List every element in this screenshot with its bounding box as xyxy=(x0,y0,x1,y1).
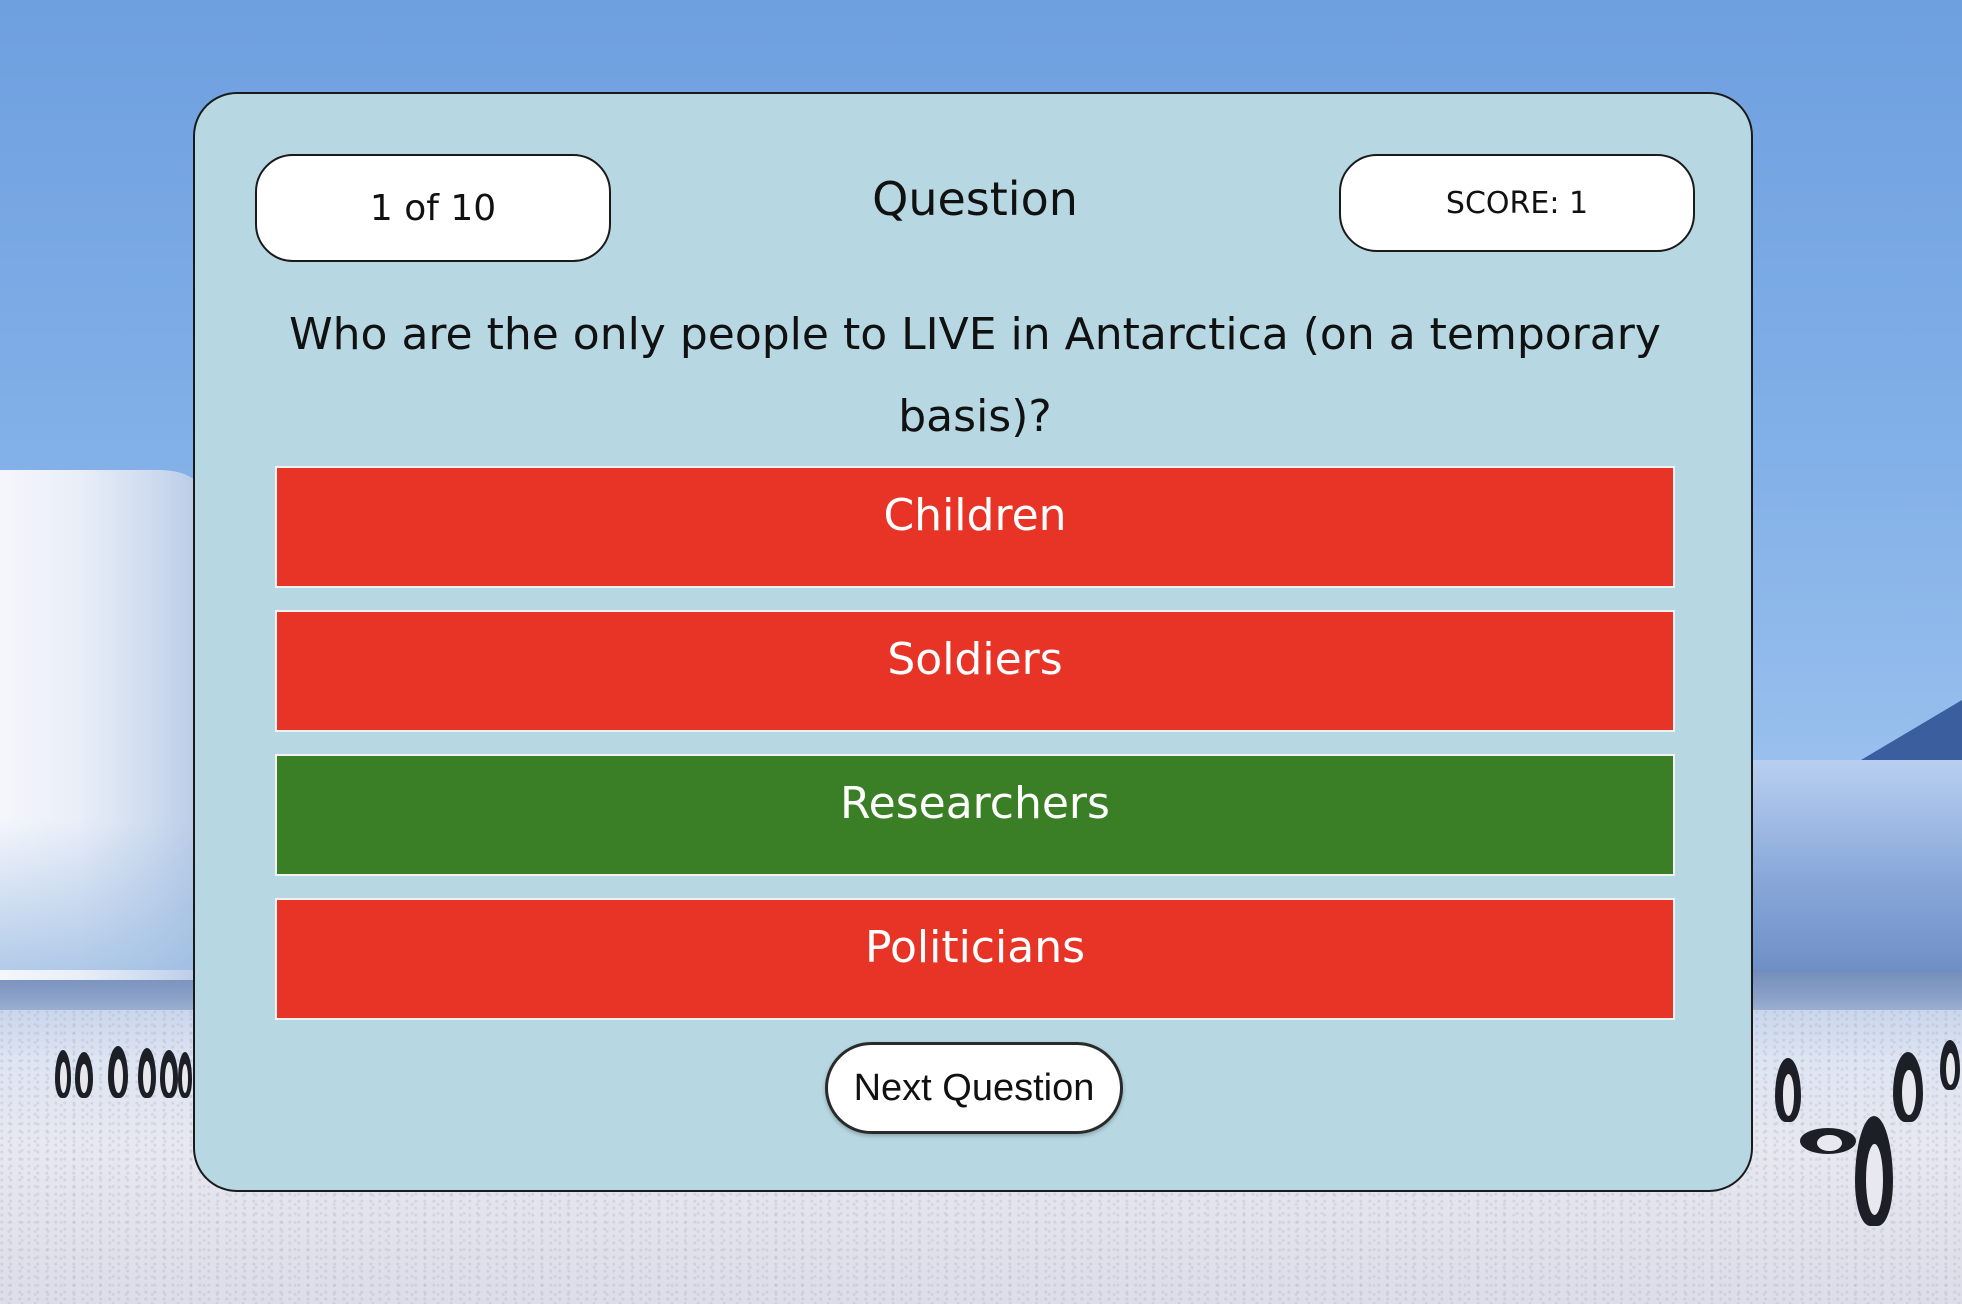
answer-list: Children Soldiers Researchers Politician… xyxy=(275,466,1675,1042)
quiz-card: 1 of 10 Question SCORE: 1 Who are the on… xyxy=(193,92,1753,1192)
score-label: SCORE: 1 xyxy=(1445,185,1589,221)
question-counter-label: 1 of 10 xyxy=(369,187,497,229)
answer-option-soldiers[interactable]: Soldiers xyxy=(275,610,1675,732)
background-glacier xyxy=(1750,760,1962,970)
next-question-label: Next Question xyxy=(853,1066,1095,1109)
question-text: Who are the only people to LIVE in Antar… xyxy=(289,309,1661,442)
question-counter: 1 of 10 xyxy=(255,154,611,262)
background-iceberg-shadow xyxy=(0,820,200,970)
score-display: SCORE: 1 xyxy=(1339,154,1695,252)
answer-option-politicians[interactable]: Politicians xyxy=(275,898,1675,1020)
penguin-icon xyxy=(1800,1128,1856,1154)
penguin-icon xyxy=(75,1052,93,1098)
penguin-icon xyxy=(178,1052,192,1098)
answer-option-children[interactable]: Children xyxy=(275,466,1675,588)
answer-option-researchers[interactable]: Researchers xyxy=(275,754,1675,876)
question-heading: Question xyxy=(872,172,1078,226)
next-question-button[interactable]: Next Question xyxy=(825,1042,1123,1134)
quiz-page: 1 of 10 Question SCORE: 1 Who are the on… xyxy=(0,0,1962,1304)
